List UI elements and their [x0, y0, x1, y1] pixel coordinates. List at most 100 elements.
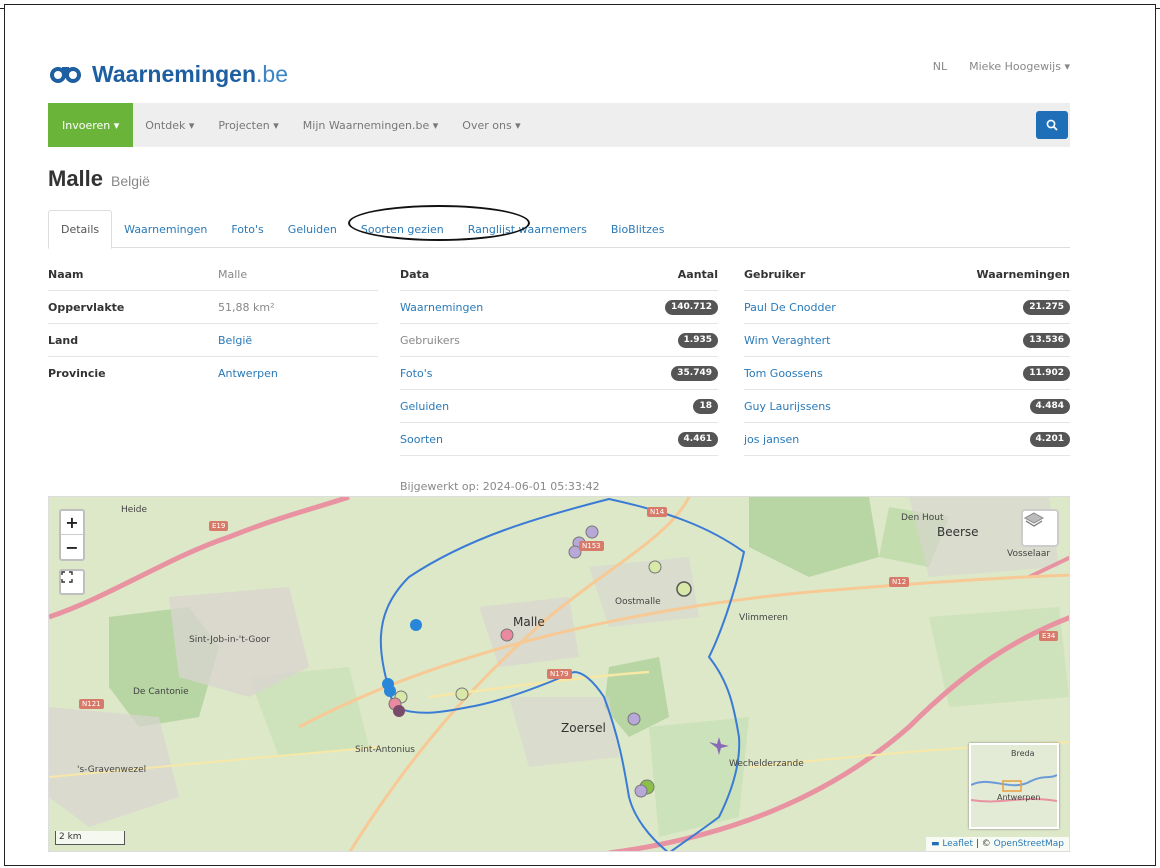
fullscreen-icon — [61, 571, 73, 583]
road-badge-n14: N14 — [647, 507, 668, 517]
details-row-land: Land België — [48, 324, 378, 357]
nav-invoeren[interactable]: Invoeren ▾ — [48, 103, 134, 147]
map-label-den-hout: Den Hout — [901, 513, 944, 523]
details-row-oppervlakte: Oppervlakte 51,88 km² — [48, 291, 378, 324]
map-label-sint-antonius: Sint-Antonius — [355, 745, 415, 755]
road-badge-n179: N179 — [547, 669, 572, 679]
data-link-fotos[interactable]: Foto's — [400, 367, 432, 380]
layers-icon — [1023, 512, 1045, 527]
user-link[interactable]: jos jansen — [744, 433, 799, 446]
count-badge: 4.461 — [677, 431, 718, 447]
map-label-wechelderzande: Wechelderzande — [729, 759, 804, 769]
details-table: Naam Malle Oppervlakte 51,88 km² Land Be… — [48, 258, 378, 390]
data-row-soorten: Soorten 4.461 — [400, 423, 718, 456]
fullscreen-button[interactable] — [59, 569, 85, 595]
search-button[interactable] — [1036, 111, 1068, 139]
zoom-control: + − — [59, 509, 85, 561]
zoom-in-button[interactable]: + — [61, 511, 83, 535]
nav-projecten[interactable]: Projecten ▾ — [206, 103, 290, 147]
user-row: Paul De Cnodder 21.275 — [744, 291, 1070, 324]
brand-tld: .be — [256, 60, 288, 87]
page-title: Malle België — [48, 166, 150, 192]
tab-geluiden[interactable]: Geluiden — [276, 210, 349, 248]
map-label-s-gravenwezel: 's-Gravenwezel — [77, 765, 147, 775]
road-badge-e19: E19 — [209, 521, 229, 531]
brand-name: Waarnemingen — [92, 60, 257, 87]
data-link-geluiden[interactable]: Geluiden — [400, 400, 449, 413]
page-title-main: Malle — [48, 166, 104, 191]
details-row-naam: Naam Malle — [48, 258, 378, 291]
map-label-beerse: Beerse — [937, 525, 979, 539]
map-label-oostmalle: Oostmalle — [615, 597, 661, 607]
map-label-vosselaar: Vosselaar — [1007, 549, 1051, 559]
details-row-provincie: Provincie Antwerpen — [48, 367, 278, 380]
user-row: Tom Goossens 11.902 — [744, 357, 1070, 390]
map-label-de-cantonie: De Cantonie — [133, 687, 189, 697]
map-view[interactable]: Malle Zoersel Beerse Vosselaar Oostmalle… — [48, 496, 1070, 852]
user-row: jos jansen 4.201 — [744, 423, 1070, 456]
count-badge: 140.712 — [665, 299, 718, 315]
user-area: NL Mieke Hoogewijs ▾ — [933, 60, 1070, 73]
count-badge: 35.749 — [671, 365, 718, 381]
data-row-fotos: Foto's 35.749 — [400, 357, 718, 390]
page-title-country: België — [111, 173, 150, 189]
data-row-geluiden: Geluiden 18 — [400, 390, 718, 423]
map-label-malle: Malle — [513, 615, 545, 629]
tab-annotation-ellipse — [348, 205, 530, 241]
map-attribution: ▬ Leaflet | © OpenStreetMap — [925, 837, 1069, 851]
users-table-header: Gebruiker Waarnemingen — [744, 258, 1070, 291]
country-link[interactable]: België — [218, 334, 252, 347]
count-badge: 4.201 — [1029, 431, 1070, 447]
tab-details[interactable]: Details — [48, 210, 113, 249]
nav-ontdek[interactable]: Ontdek ▾ — [133, 103, 206, 147]
user-row: Guy Laurijssens 4.484 — [744, 390, 1070, 423]
data-table: Data Aantal Waarnemingen 140.712 Gebruik… — [400, 258, 718, 456]
data-link-waarnemingen[interactable]: Waarnemingen — [400, 301, 483, 314]
data-row-waarnemingen: Waarnemingen 140.712 — [400, 291, 718, 324]
search-icon — [1046, 119, 1058, 131]
minimap[interactable]: Breda Antwerpen — [969, 743, 1059, 829]
user-menu[interactable]: Mieke Hoogewijs ▾ — [969, 60, 1070, 73]
count-badge: 18 — [693, 398, 718, 414]
map-label-sint-job: Sint-Job-in-'t-Goor — [189, 635, 271, 645]
binoculars-logo-icon — [50, 67, 81, 83]
nav-over-ons[interactable]: Over ons ▾ — [450, 103, 532, 147]
user-link[interactable]: Paul De Cnodder — [744, 301, 836, 314]
data-link-soorten[interactable]: Soorten — [400, 433, 443, 446]
flag-icon: ▬ — [930, 839, 940, 849]
road-badge-n12: N12 — [889, 577, 910, 587]
nav-mijn-waarnemingen[interactable]: Mijn Waarnemingen.be ▾ — [291, 103, 451, 147]
road-badge-n121: N121 — [79, 699, 104, 709]
osm-link[interactable]: OpenStreetMap — [994, 839, 1064, 849]
map-label-zoersel: Zoersel — [561, 721, 606, 735]
minimap-label-breda: Breda — [1011, 749, 1035, 758]
users-table: Gebruiker Waarnemingen Paul De Cnodder 2… — [744, 258, 1070, 456]
user-link[interactable]: Tom Goossens — [744, 367, 823, 380]
layers-button[interactable] — [1021, 509, 1059, 547]
language-switch[interactable]: NL — [933, 60, 947, 73]
user-link[interactable]: Guy Laurijssens — [744, 400, 831, 413]
province-link[interactable]: Antwerpen — [218, 367, 278, 380]
tab-waarnemingen[interactable]: Waarnemingen — [112, 210, 219, 248]
map-label-vlimmeren: Vlimmeren — [739, 613, 788, 623]
tab-bar: Details Waarnemingen Foto's Geluiden Soo… — [48, 210, 1070, 249]
brand-logo-link[interactable]: Waarnemingen .be — [48, 58, 288, 90]
data-table-header: Data Aantal — [400, 258, 718, 291]
road-badge-e34: E34 — [1039, 631, 1059, 641]
zoom-out-button[interactable]: − — [61, 535, 83, 559]
tab-fotos[interactable]: Foto's — [219, 210, 275, 248]
leaflet-link[interactable]: Leaflet — [942, 839, 973, 849]
count-badge: 11.902 — [1023, 365, 1070, 381]
map-label-heide: Heide — [121, 505, 148, 515]
user-row: Wim Veraghtert 13.536 — [744, 324, 1070, 357]
data-row-gebruikers: Gebruikers 1.935 — [400, 324, 718, 357]
tab-bioblitzes[interactable]: BioBlitzes — [599, 210, 677, 248]
count-badge: 1.935 — [677, 332, 718, 348]
main-navbar: Invoeren ▾ Ontdek ▾ Projecten ▾ Mijn Waa… — [48, 103, 1070, 147]
minimap-label-antwerpen: Antwerpen — [997, 793, 1041, 802]
user-link[interactable]: Wim Veraghtert — [744, 334, 830, 347]
count-badge: 21.275 — [1023, 299, 1070, 315]
map-scale: 2 km — [55, 831, 125, 845]
road-badge-n153: N153 — [579, 541, 604, 551]
count-badge: 13.536 — [1023, 332, 1070, 348]
